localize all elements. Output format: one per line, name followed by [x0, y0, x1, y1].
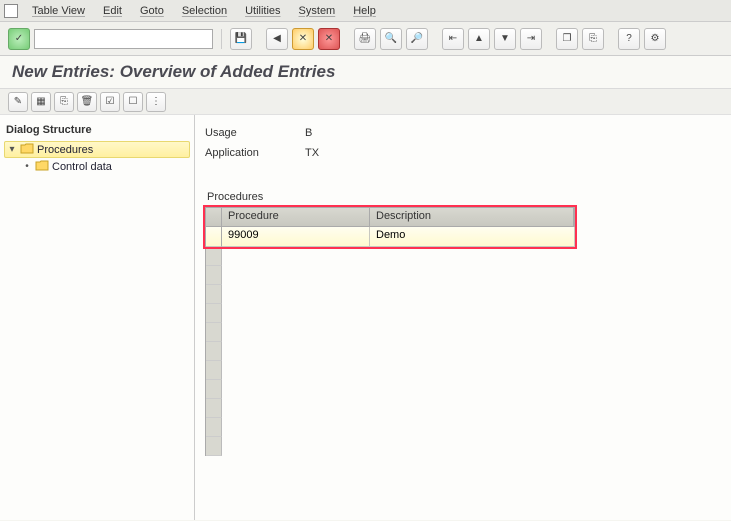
config-button[interactable]: ⋮ — [146, 92, 166, 112]
separator — [221, 29, 222, 49]
row-selector[interactable] — [206, 323, 222, 342]
row-selector[interactable] — [206, 380, 222, 399]
meta-usage-row: Usage B — [205, 123, 721, 143]
cell-procedure[interactable]: 99009 — [222, 227, 370, 247]
folder-open-icon — [20, 142, 34, 157]
table-row[interactable] — [206, 437, 575, 456]
menu-system[interactable]: System — [291, 3, 344, 19]
page-title-bar: New Entries: Overview of Added Entries — [0, 56, 731, 89]
row-selector[interactable] — [206, 418, 222, 437]
row-selector[interactable] — [206, 361, 222, 380]
last-page-button[interactable]: ⇥ — [520, 28, 542, 50]
table-row[interactable] — [206, 418, 575, 437]
menu-utilities[interactable]: Utilities — [237, 3, 288, 19]
tree-node-control-data[interactable]: • Control data — [4, 158, 190, 175]
menu-table-view[interactable]: Table View — [24, 3, 93, 19]
folder-icon — [35, 159, 49, 174]
tree: ▾ Procedures • Control data — [4, 141, 190, 175]
table-row[interactable] — [206, 380, 575, 399]
table-row[interactable] — [206, 247, 575, 266]
meta-application-row: Application TX — [205, 143, 721, 163]
table-row[interactable] — [206, 323, 575, 342]
row-selector[interactable] — [206, 437, 222, 456]
row-selector[interactable] — [206, 399, 222, 418]
col-procedure[interactable]: Procedure — [222, 208, 370, 226]
menu-selection[interactable]: Selection — [174, 3, 235, 19]
page-title: New Entries: Overview of Added Entries — [12, 62, 719, 82]
first-page-button[interactable]: ⇤ — [442, 28, 464, 50]
tree-node-label: Control data — [52, 161, 112, 173]
col-description[interactable]: Description — [370, 208, 574, 226]
save-button[interactable]: 💾 — [230, 28, 252, 50]
row-selector[interactable] — [206, 247, 222, 266]
usage-label: Usage — [205, 127, 305, 139]
prev-page-button[interactable]: ▲ — [468, 28, 490, 50]
tree-node-procedures[interactable]: ▾ Procedures — [4, 141, 190, 158]
menu-bar: Table View Edit Goto Selection Utilities… — [0, 0, 731, 22]
table-row[interactable]: 99009 Demo — [206, 227, 575, 247]
command-field[interactable] — [34, 29, 213, 49]
row-selector[interactable] — [206, 227, 222, 247]
sidebar-heading: Dialog Structure — [4, 121, 190, 139]
procedures-section: Procedures Procedure Description 99009 D… — [205, 191, 721, 456]
standard-toolbar: ✓ 💾 ◀ ✕ ✕ 🖨 🔍 🔎 ⇤ ▲ ▼ ⇥ ❐ ⎘ ? ⚙ — [0, 22, 731, 56]
delete-button[interactable]: 🗑 — [77, 92, 97, 112]
row-selector[interactable] — [206, 342, 222, 361]
new-session-button[interactable]: ❐ — [556, 28, 578, 50]
shortcut-button[interactable]: ⎘ — [582, 28, 604, 50]
table-row[interactable] — [206, 304, 575, 323]
row-selector[interactable] — [206, 266, 222, 285]
menu-help[interactable]: Help — [345, 3, 384, 19]
next-page-button[interactable]: ▼ — [494, 28, 516, 50]
content-area: Usage B Application TX Procedures Proced… — [195, 115, 731, 520]
new-entries-button[interactable]: ▦ — [31, 92, 51, 112]
table-row[interactable] — [206, 399, 575, 418]
table-row[interactable] — [206, 361, 575, 380]
leaf-bullet-icon: • — [22, 161, 32, 172]
menu-goto[interactable]: Goto — [132, 3, 172, 19]
help-button[interactable]: ? — [618, 28, 640, 50]
dialog-structure-sidebar: Dialog Structure ▾ Procedures • Control … — [0, 115, 195, 520]
cell-description[interactable]: Demo — [370, 227, 575, 247]
find-next-button[interactable]: 🔎 — [406, 28, 428, 50]
print-button[interactable]: 🖨 — [354, 28, 376, 50]
menu-edit[interactable]: Edit — [95, 3, 130, 19]
row-selector-header[interactable] — [206, 208, 222, 226]
layout-button[interactable]: ⚙ — [644, 28, 666, 50]
row-selector[interactable] — [206, 285, 222, 304]
enter-button[interactable]: ✓ — [8, 28, 30, 50]
row-selector[interactable] — [206, 304, 222, 323]
select-all-button[interactable]: ☑ — [100, 92, 120, 112]
grid: Procedure Description 99009 Demo — [205, 207, 575, 456]
grid-header: Procedure Description — [205, 207, 575, 227]
grid-body: 99009 Demo — [205, 227, 575, 456]
exit-button[interactable]: ✕ — [292, 28, 314, 50]
table-row[interactable] — [206, 266, 575, 285]
copy-button[interactable]: ⎘ — [54, 92, 74, 112]
expand-toggle-icon[interactable]: ▾ — [7, 144, 17, 155]
menu-system-icon[interactable] — [4, 4, 18, 18]
change-button[interactable]: ✎ — [8, 92, 28, 112]
table-row[interactable] — [206, 285, 575, 304]
find-button[interactable]: 🔍 — [380, 28, 402, 50]
app-toolbar: ✎ ▦ ⎘ 🗑 ☑ ☐ ⋮ — [0, 89, 731, 115]
main-area: Dialog Structure ▾ Procedures • Control … — [0, 115, 731, 520]
application-value: TX — [305, 147, 319, 159]
section-title: Procedures — [205, 191, 721, 203]
usage-value: B — [305, 127, 312, 139]
table-row[interactable] — [206, 342, 575, 361]
cancel-button[interactable]: ✕ — [318, 28, 340, 50]
tree-node-label: Procedures — [37, 144, 93, 156]
deselect-all-button[interactable]: ☐ — [123, 92, 143, 112]
back-button[interactable]: ◀ — [266, 28, 288, 50]
application-label: Application — [205, 147, 305, 159]
